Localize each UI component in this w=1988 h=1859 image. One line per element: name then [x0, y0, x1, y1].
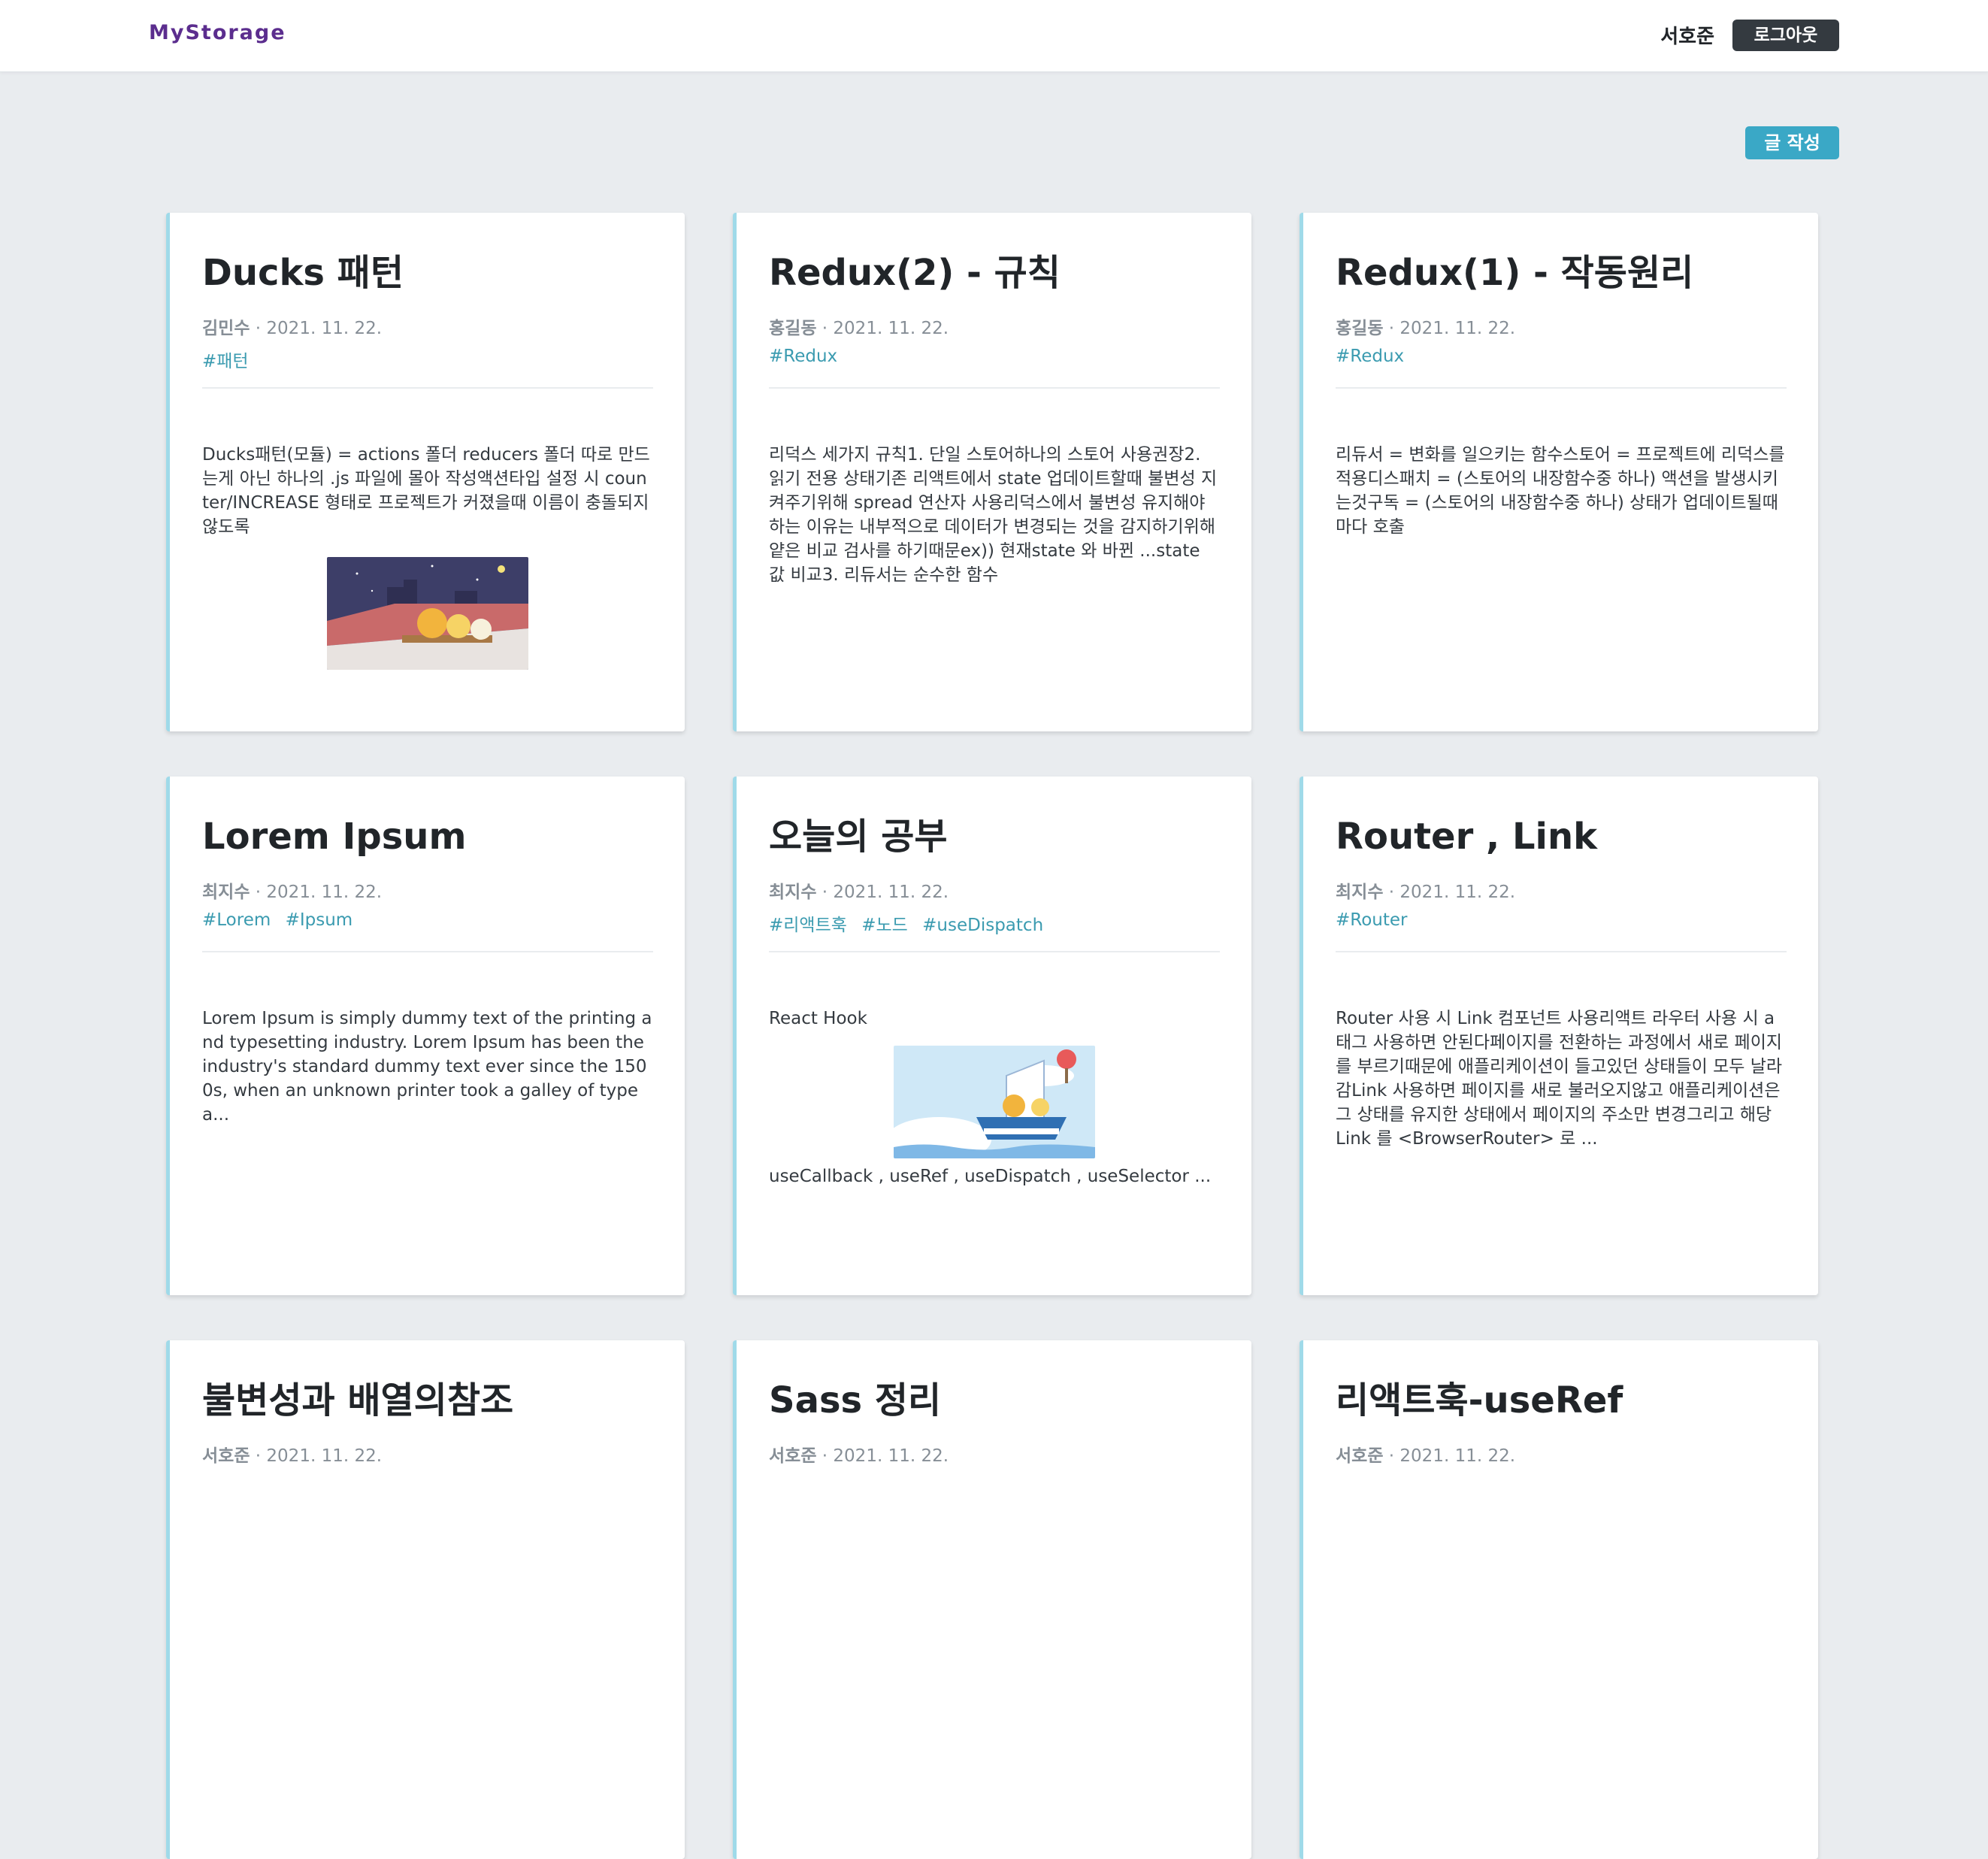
kakao-friends-boat-illustration: [894, 1046, 1095, 1158]
post-meta: 홍길동 · 2021. 11. 22.: [1336, 313, 1515, 339]
post-tags: #패턴: [202, 347, 258, 372]
post-meta: 최지수 · 2021. 11. 22.: [202, 877, 382, 903]
post-tags: #Lorem #Ipsum: [202, 910, 362, 930]
post-author: 서호준: [1336, 1446, 1384, 1466]
post-excerpt: 리덕스 세가지 규칙1. 단일 스토어하나의 스토어 사용권장2. 읽기 전용 …: [769, 445, 1218, 585]
post-card[interactable]: 불변성과 배열의참조 서호준 · 2021. 11. 22.: [166, 1340, 685, 1859]
site-logo[interactable]: MyStorage: [149, 21, 286, 44]
post-author: 최지수: [202, 883, 250, 902]
post-tag[interactable]: #노드: [861, 916, 908, 935]
post-excerpt: React Hook: [769, 1009, 867, 1028]
post-author: 김민수: [202, 319, 250, 338]
logout-button[interactable]: 로그아웃: [1732, 20, 1839, 51]
divider: [202, 951, 653, 952]
post-preview: React Hook useCallback , useRef , useDis…: [769, 1007, 1220, 1188]
post-preview: Ducks패턴(모듈) = actions 폴더 reducers 폴더 따로 …: [202, 443, 653, 685]
divider: [769, 951, 1220, 952]
post-excerpt: Lorem Ipsum is simply dummy text of the …: [202, 1009, 652, 1125]
post-preview: Router 사용 시 Link 컴포넌트 사용리액트 라우터 사용 시 a태그…: [1336, 1007, 1787, 1151]
post-date: · 2021. 11. 22.: [1388, 1446, 1516, 1466]
post-card[interactable]: Lorem Ipsum 최지수 · 2021. 11. 22. #Lorem #…: [166, 777, 685, 1295]
post-excerpt-continued: useCallback , useRef , useDispatch , use…: [769, 1167, 1212, 1186]
post-tag[interactable]: #Router: [1336, 910, 1408, 930]
post-date: · 2021. 11. 22.: [822, 1446, 949, 1466]
post-card[interactable]: Ducks 패턴 김민수 · 2021. 11. 22. #패턴 Ducks패턴…: [166, 213, 685, 731]
post-date: · 2021. 11. 22.: [255, 319, 383, 338]
current-user-name: 서호준: [1660, 26, 1714, 48]
post-date: · 2021. 11. 22.: [1388, 883, 1516, 902]
post-tag[interactable]: #useDispatch: [922, 916, 1043, 935]
post-tags: #리액트훅 #노드 #useDispatch: [769, 910, 1052, 936]
post-title[interactable]: 오늘의 공부: [769, 814, 1235, 859]
divider: [202, 387, 653, 389]
post-author: 홍길동: [769, 319, 817, 338]
write-post-button[interactable]: 글 작성: [1745, 126, 1839, 159]
post-meta: 서호준 · 2021. 11. 22.: [1336, 1441, 1515, 1467]
post-date: · 2021. 11. 22.: [822, 883, 949, 902]
post-title[interactable]: 불변성과 배열의참조: [202, 1378, 668, 1423]
divider: [1336, 387, 1787, 389]
post-tags: #Redux: [769, 347, 846, 366]
post-author: 홍길동: [1336, 319, 1384, 338]
post-title[interactable]: Ducks 패턴: [202, 250, 668, 295]
post-author: 최지수: [1336, 883, 1384, 902]
post-tags: #Redux: [1336, 347, 1413, 366]
post-author: 최지수: [769, 883, 817, 902]
post-date: · 2021. 11. 22.: [1388, 319, 1516, 338]
kakao-friends-night-illustration: [327, 557, 528, 670]
post-date: · 2021. 11. 22.: [822, 319, 949, 338]
post-tag[interactable]: #패턴: [202, 352, 249, 371]
divider: [1336, 951, 1787, 952]
divider: [769, 387, 1220, 389]
post-meta: 김민수 · 2021. 11. 22.: [202, 313, 382, 339]
post-title[interactable]: Redux(2) - 규칙: [769, 250, 1235, 295]
post-card[interactable]: 오늘의 공부 최지수 · 2021. 11. 22. #리액트훅 #노드 #us…: [733, 777, 1251, 1295]
post-meta: 최지수 · 2021. 11. 22.: [1336, 877, 1515, 903]
post-title[interactable]: Sass 정리: [769, 1378, 1235, 1423]
post-meta: 홍길동 · 2021. 11. 22.: [769, 313, 949, 339]
post-tag[interactable]: #Redux: [769, 347, 837, 366]
post-author: 서호준: [202, 1446, 250, 1466]
post-date: · 2021. 11. 22.: [255, 1446, 383, 1466]
post-tags: #Router: [1336, 910, 1417, 930]
post-meta: 서호준 · 2021. 11. 22.: [202, 1441, 382, 1467]
post-card[interactable]: Sass 정리 서호준 · 2021. 11. 22.: [733, 1340, 1251, 1859]
post-tag[interactable]: #리액트훅: [769, 916, 847, 935]
top-header: MyStorage 서호준 로그아웃: [0, 0, 1988, 72]
post-title[interactable]: Lorem Ipsum: [202, 814, 668, 859]
post-card[interactable]: Router , Link 최지수 · 2021. 11. 22. #Route…: [1300, 777, 1818, 1295]
post-author: 서호준: [769, 1446, 817, 1466]
post-preview: 리덕스 세가지 규칙1. 단일 스토어하나의 스토어 사용권장2. 읽기 전용 …: [769, 443, 1220, 587]
post-excerpt: Ducks패턴(모듈) = actions 폴더 reducers 폴더 따로 …: [202, 445, 650, 537]
post-card[interactable]: Redux(2) - 규칙 홍길동 · 2021. 11. 22. #Redux…: [733, 213, 1251, 731]
post-tag[interactable]: #Redux: [1336, 347, 1404, 366]
post-meta: 최지수 · 2021. 11. 22.: [769, 877, 949, 903]
post-excerpt: Router 사용 시 Link 컴포넌트 사용리액트 라우터 사용 시 a태그…: [1336, 1009, 1783, 1149]
post-preview: 리듀서 = 변화를 일으키는 함수스토어 = 프로젝트에 리덕스를 적용디스패치…: [1336, 443, 1787, 539]
post-excerpt: 리듀서 = 변화를 일으키는 함수스토어 = 프로젝트에 리덕스를 적용디스패치…: [1336, 445, 1785, 537]
post-tag[interactable]: #Lorem: [202, 910, 271, 930]
post-tag[interactable]: #Ipsum: [286, 910, 353, 930]
post-card[interactable]: 리액트훅-useRef 서호준 · 2021. 11. 22.: [1300, 1340, 1818, 1859]
post-preview: Lorem Ipsum is simply dummy text of the …: [202, 1007, 653, 1127]
post-date: · 2021. 11. 22.: [255, 883, 383, 902]
post-card[interactable]: Redux(1) - 작동원리 홍길동 · 2021. 11. 22. #Red…: [1300, 213, 1818, 731]
post-title[interactable]: 리액트훅-useRef: [1336, 1378, 1802, 1423]
post-title[interactable]: Redux(1) - 작동원리: [1336, 250, 1802, 295]
post-title[interactable]: Router , Link: [1336, 814, 1802, 859]
post-meta: 서호준 · 2021. 11. 22.: [769, 1441, 949, 1467]
